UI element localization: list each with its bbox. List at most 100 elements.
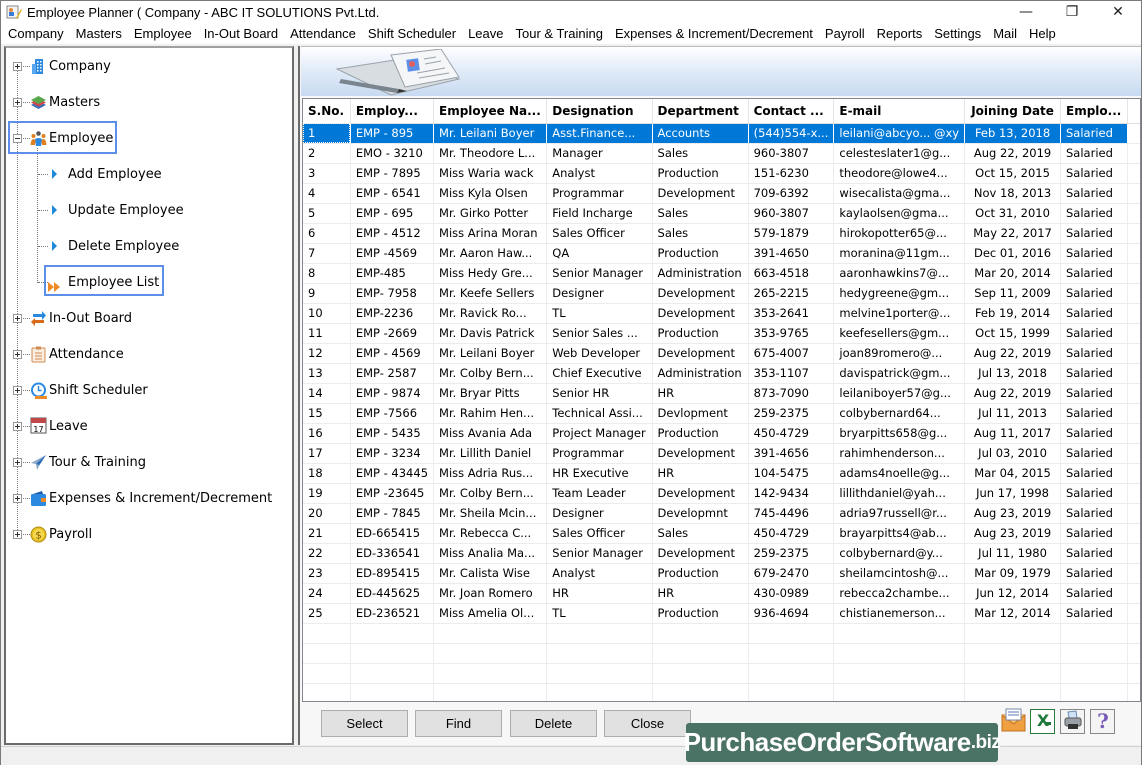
tree-node-attendance[interactable]: Attendance [6,341,286,369]
cell-sno: 18 [303,463,351,484]
menu-attendance[interactable]: Attendance [284,23,362,44]
email-button[interactable] [1001,708,1026,734]
cell-designation: TL [546,303,653,324]
tree-item-employee-list[interactable]: Employee List [6,269,286,297]
menu-tour-training[interactable]: Tour & Training [510,23,609,44]
header-banner [301,46,1141,96]
menu-help[interactable]: Help [1023,23,1062,44]
table-row[interactable]: 13 EMP- 2587 Mr. Colby Bern... Chief Execut… [303,363,1140,384]
menu-company[interactable]: Company [2,23,70,44]
expand-icon[interactable] [13,314,22,323]
tree-node-expenses[interactable]: Expenses & Increment/Decrement [6,485,286,513]
table-row[interactable]: 17 EMP - 3234 Mr. Lillith Daniel Programmar… [303,443,1140,464]
menu-payroll[interactable]: Payroll [819,23,871,44]
column-header-email[interactable]: E-mail [833,99,966,124]
table-row[interactable]: 23 ED-895415 Mr. Calista Wise Analyst Produc… [303,563,1140,584]
cell-designation: HR [546,583,653,604]
tree-node-company[interactable]: Company [6,53,286,81]
table-row[interactable]: 4 EMP - 6541 Miss Kyla Olsen Programmar Deve… [303,183,1140,204]
table-row[interactable]: 19 EMP -23645 Mr. Colby Bern... Team Leader… [303,483,1140,504]
collapse-icon[interactable] [13,134,22,143]
cell-email: adams4noelle@g... [833,463,966,484]
cell-designation: Analyst [546,563,653,584]
expand-icon[interactable] [13,458,22,467]
tree-node-tour-training[interactable]: Tour & Training [6,449,286,477]
cell-designation: Technical Assi... [546,403,653,424]
expand-icon[interactable] [13,62,22,71]
table-row[interactable]: 15 EMP -7566 Mr. Rahim Hen... Technical Ass… [303,403,1140,424]
tree-node-payroll[interactable]: $ Payroll [6,521,286,549]
table-row[interactable]: 25 ED-236521 Miss Amelia Ol... TL Production… [303,603,1140,624]
tree-node-shift-scheduler[interactable]: Shift Scheduler [6,377,286,405]
help-icon: ? [1093,709,1113,735]
cell-joining-date: Aug 11, 2017 [964,423,1061,444]
table-row[interactable]: 14 EMP - 9874 Mr. Bryar Pitts Senior HR HR 87… [303,383,1140,404]
column-header-department[interactable]: Department [652,99,749,124]
cell-contact: 151-6230 [748,163,835,184]
menu-expenses[interactable]: Expenses & Increment/Decrement [609,23,819,44]
table-row[interactable]: 1 EMP - 895 Mr. Leilani Boyer Asst.Finance.… [303,123,1140,144]
print-button[interactable] [1060,709,1085,734]
tree-item-update-employee[interactable]: Update Employee [6,197,286,225]
table-row[interactable]: 21 ED-665415 Mr. Rebecca C... Sales Officer… [303,523,1140,544]
minimize-button[interactable]: — [1003,1,1049,23]
expand-icon[interactable] [13,386,22,395]
table-row[interactable]: 22 ED-336541 Miss Analia Ma... Senior Manag… [303,543,1140,564]
empty-cell [433,623,548,644]
cell-filler [1127,343,1140,364]
menu-settings[interactable]: Settings [928,23,987,44]
tree-item-add-employee[interactable]: Add Employee [6,161,286,189]
table-row[interactable]: 24 ED-445625 Mr. Joan Romero HR HR 430-0989 re… [303,583,1140,604]
menu-reports[interactable]: Reports [871,23,929,44]
expand-icon[interactable] [13,530,22,539]
export-excel-button[interactable]: X [1030,709,1055,734]
table-row[interactable]: 11 EMP -2669 Mr. Davis Patrick Senior Sales… [303,323,1140,344]
menu-masters[interactable]: Masters [70,23,128,44]
cell-employment-type: Salaried [1060,303,1128,324]
close-button[interactable]: Close [604,710,691,737]
table-row[interactable]: 5 EMP - 695 Mr. Girko Potter Field Incharge… [303,203,1140,224]
delete-button[interactable]: Delete [510,710,597,737]
cell-filler [1127,563,1140,584]
tree-node-leave[interactable]: 17 Leave [6,413,286,441]
menu-in-out-board[interactable]: In-Out Board [198,23,284,44]
cell-employee-id: EMP - 4569 [350,343,435,364]
column-header-contact[interactable]: Contact ... [748,99,835,124]
maximize-button[interactable]: ❐ [1049,1,1095,23]
table-row[interactable]: 12 EMP - 4569 Mr. Leilani Boyer Web Develop… [303,343,1140,364]
column-header-joining-date[interactable]: Joining Date [964,99,1061,124]
cell-designation: Field Incharge [546,203,653,224]
table-row[interactable]: 18 EMP - 43445 Miss Adria Rus... HR Executi… [303,463,1140,484]
menu-mail[interactable]: Mail [987,23,1023,44]
close-window-button[interactable]: ✕ [1095,1,1141,23]
expand-icon[interactable] [13,350,22,359]
column-header-designation[interactable]: Designation [546,99,653,124]
tree-node-masters[interactable]: Masters [6,89,286,117]
menu-employee[interactable]: Employee [128,23,198,44]
table-row[interactable]: 10 EMP-2236 Mr. Ravick Ro... TL Development 3… [303,303,1140,324]
table-row[interactable]: 3 EMP - 7895 Miss Waria wack Analyst Product… [303,163,1140,184]
table-row[interactable]: 16 EMP - 5435 Miss Avania Ada Project Manag… [303,423,1140,444]
select-button[interactable]: Select [321,710,408,737]
help-button[interactable]: ? [1090,709,1115,734]
find-button[interactable]: Find [415,710,502,737]
table-row[interactable]: 7 EMP -4569 Mr. Aaron Haw... QA Production 39… [303,243,1140,264]
table-row[interactable]: 20 EMP - 7845 Mr. Sheila Mcin... Designer De… [303,503,1140,524]
column-header-employee-name[interactable]: Employee Na... [433,99,548,124]
column-header-employee-id[interactable]: Employ... [350,99,435,124]
table-row[interactable]: 6 EMP - 4512 Miss Arina Moran Sales Officer… [303,223,1140,244]
expand-icon[interactable] [13,98,22,107]
menu-shift-scheduler[interactable]: Shift Scheduler [362,23,462,44]
table-row[interactable]: 2 EMO - 3210 Mr. Theodore L... Manager Sales… [303,143,1140,164]
column-header-sno[interactable]: S.No. [303,99,351,124]
table-row[interactable]: 9 EMP- 7958 Mr. Keefe Sellers Designer Devel… [303,283,1140,304]
expand-icon[interactable] [13,494,22,503]
expand-icon[interactable] [13,422,22,431]
tree-item-delete-employee[interactable]: Delete Employee [6,233,286,261]
column-header-employment-type[interactable]: Emplo... [1060,99,1128,124]
empty-cell [1060,643,1128,664]
menu-leave[interactable]: Leave [462,23,509,44]
tree-node-in-out-board[interactable]: In-Out Board [6,305,286,333]
tree-node-employee[interactable]: Employee [6,125,286,153]
table-row[interactable]: 8 EMP-485 Miss Hedy Gre... Senior Manager Ad… [303,263,1140,284]
